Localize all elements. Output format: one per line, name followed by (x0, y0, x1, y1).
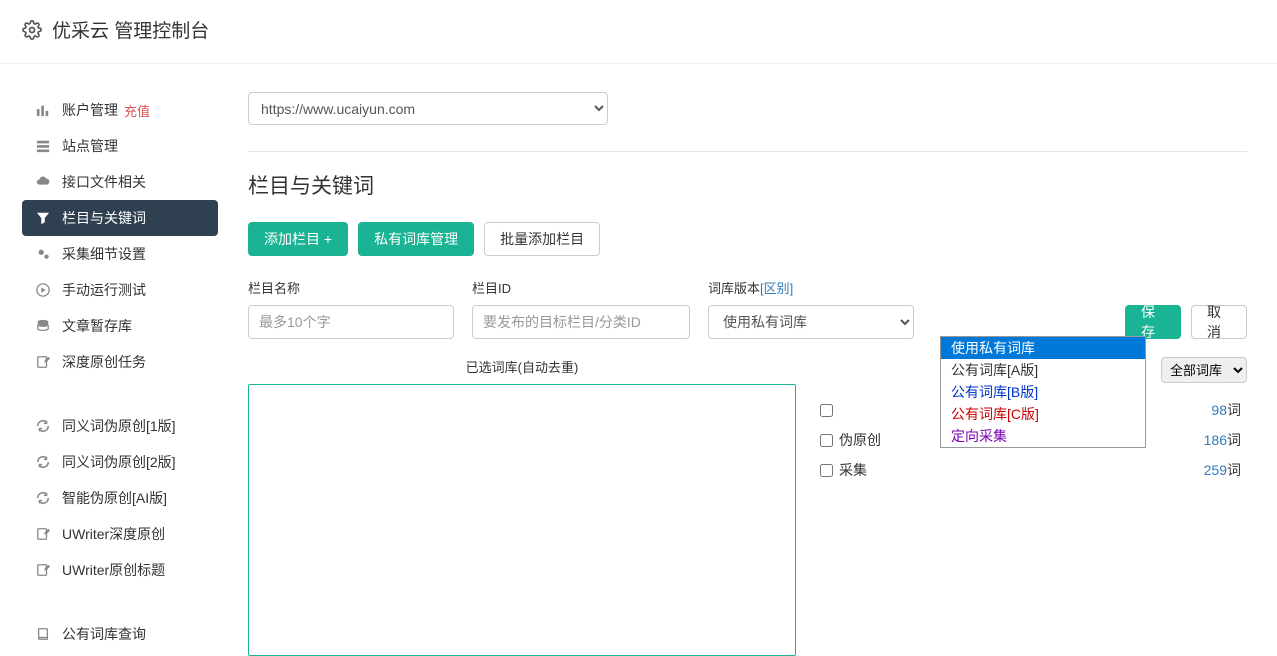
recharge-badge[interactable]: 充值 (124, 101, 150, 120)
filter-icon (36, 211, 50, 225)
column-name-input[interactable] (248, 305, 454, 339)
sidebar-item-label: 同义词伪原创[2版] (62, 452, 176, 472)
save-button[interactable]: 保存 (1125, 305, 1181, 339)
cancel-button[interactable]: 取消 (1191, 305, 1247, 339)
book-icon (36, 627, 50, 641)
edit-icon (36, 563, 50, 577)
add-column-button[interactable]: 添加栏目 + (248, 222, 348, 256)
edit-icon (36, 527, 50, 541)
dict-checkbox[interactable] (820, 434, 833, 447)
sidebar-item-label: 站点管理 (62, 136, 118, 156)
sidebar-item-label: 采集细节设置 (62, 244, 146, 264)
selected-dict-box[interactable] (248, 384, 796, 656)
dropdown-option[interactable]: 定向采集 (941, 425, 1145, 447)
dropdown-option[interactable]: 使用私有词库 (941, 337, 1145, 359)
sidebar-item-栏目与关键词[interactable]: 栏目与关键词 (22, 200, 218, 236)
batch-add-button[interactable]: 批量添加栏目 (484, 222, 600, 256)
sidebar-item-label: UWriter原创标题 (62, 560, 165, 580)
sidebar-item-label: 同义词伪原创[1版] (62, 416, 176, 436)
sidebar-item-label: 文章暂存库 (62, 316, 132, 336)
dropdown-option[interactable]: 公有词库[A版] (941, 359, 1145, 381)
main-content: https://www.ucaiyun.com 栏目与关键词 添加栏目 + 私有… (218, 92, 1277, 656)
refresh-icon (36, 455, 50, 469)
sidebar-item-账户管理[interactable]: 账户管理充值 (22, 92, 218, 128)
sidebar-item-智能伪原创[AI版][interactable]: 智能伪原创[AI版] (22, 480, 218, 516)
sidebar-item-公有词库查询[interactable]: 公有词库查询 (22, 616, 218, 652)
cogs-icon (36, 247, 50, 261)
edit-icon (36, 355, 50, 369)
sidebar-item-接口文件相关[interactable]: 接口文件相关 (22, 164, 218, 200)
bar-chart-icon (36, 103, 50, 117)
header: 优采云 管理控制台 (0, 0, 1277, 64)
dropdown-option[interactable]: 公有词库[B版] (941, 381, 1145, 403)
version-dropdown-list: 使用私有词库公有词库[A版]公有词库[B版]公有词库[C版]定向采集 (940, 336, 1146, 448)
sites-icon (36, 139, 50, 153)
sidebar-item-站点管理[interactable]: 站点管理 (22, 128, 218, 164)
dict-checkbox[interactable] (820, 404, 833, 417)
dict-stat-row: 采集 259词 (814, 455, 1247, 485)
sidebar-item-label: 账户管理 (62, 100, 118, 120)
sidebar-item-label: 接口文件相关 (62, 172, 146, 192)
sidebar: 账户管理充值站点管理接口文件相关栏目与关键词采集细节设置手动运行测试文章暂存库深… (0, 92, 218, 656)
play-icon (36, 283, 50, 297)
divider (248, 151, 1247, 152)
sidebar-item-同义词伪原创[2版][interactable]: 同义词伪原创[2版] (22, 444, 218, 480)
version-select[interactable]: 使用私有词库 (708, 305, 914, 339)
dict-checkbox[interactable] (820, 464, 833, 477)
dropdown-option[interactable]: 公有词库[C版] (941, 403, 1145, 425)
manage-private-button[interactable]: 私有词库管理 (358, 222, 474, 256)
version-diff-link[interactable]: [区别] (760, 281, 793, 296)
sidebar-item-label: 栏目与关键词 (62, 208, 146, 228)
sidebar-item-label: 手动运行测试 (62, 280, 146, 300)
version-label: 词库版本[区别] (708, 278, 914, 297)
cloud-icon (36, 175, 50, 189)
dict-label: 伪原创 (839, 430, 881, 450)
sidebar-item-label: 公有词库查询 (62, 624, 146, 644)
column-id-label: 栏目ID (472, 278, 690, 297)
site-select[interactable]: https://www.ucaiyun.com (248, 92, 608, 125)
gear-icon (22, 20, 42, 40)
column-id-input[interactable] (472, 305, 690, 339)
sidebar-item-文章暂存库[interactable]: 文章暂存库 (22, 308, 218, 344)
section-title: 栏目与关键词 (248, 170, 1247, 200)
refresh-icon (36, 491, 50, 505)
database-icon (36, 319, 50, 333)
dict-count: 98词 (1211, 400, 1241, 420)
sidebar-item-采集细节设置[interactable]: 采集细节设置 (22, 236, 218, 272)
sidebar-item-深度原创任务[interactable]: 深度原创任务 (22, 344, 218, 380)
column-name-label: 栏目名称 (248, 278, 454, 297)
refresh-icon (36, 419, 50, 433)
sidebar-item-同义词伪原创[1版][interactable]: 同义词伪原创[1版] (22, 408, 218, 444)
all-dict-select[interactable]: 全部词库 (1161, 357, 1247, 383)
sidebar-item-手动运行测试[interactable]: 手动运行测试 (22, 272, 218, 308)
sidebar-item-UWriter原创标题[interactable]: UWriter原创标题 (22, 552, 218, 588)
dict-label: 采集 (839, 460, 867, 480)
dict-count: 186词 (1204, 430, 1241, 450)
sidebar-item-UWriter深度原创[interactable]: UWriter深度原创 (22, 516, 218, 552)
selected-dict-header: 已选词库(自动去重) (248, 357, 796, 376)
page-title: 优采云 管理控制台 (52, 16, 209, 43)
dict-count: 259词 (1204, 460, 1241, 480)
sidebar-item-label: 智能伪原创[AI版] (62, 488, 167, 508)
sidebar-item-label: UWriter深度原创 (62, 524, 165, 544)
sidebar-item-label: 深度原创任务 (62, 352, 146, 372)
